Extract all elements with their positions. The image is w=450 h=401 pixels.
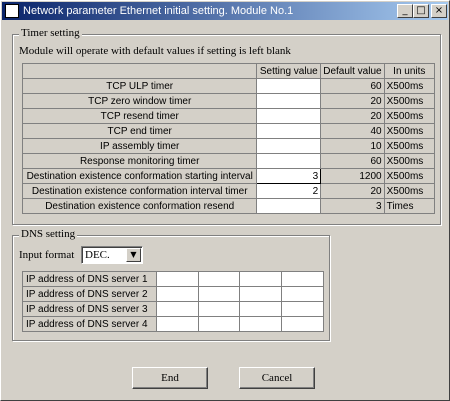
table-row: TCP resend timer 20 X500ms — [21, 108, 436, 124]
default-value-cell: 60 — [320, 78, 385, 94]
table-row: TCP end timer 40 X500ms — [21, 123, 436, 139]
default-value-cell: 3 — [320, 198, 385, 214]
ip-octet-1[interactable] — [155, 286, 199, 302]
setting-value-cell[interactable] — [256, 93, 322, 109]
setting-value-cell[interactable] — [256, 78, 322, 94]
unit-cell: X500ms — [383, 123, 436, 139]
dns-row-label: IP address of DNS server 4 — [22, 316, 157, 332]
table-row: IP address of DNS server 4 — [22, 316, 324, 332]
unit-cell: X500ms — [383, 138, 436, 154]
chevron-down-icon[interactable]: ▼ — [126, 248, 141, 262]
title-bar[interactable]: Network parameter Ethernet initial setti… — [2, 2, 448, 20]
header-default-value: Default value — [320, 63, 385, 79]
setting-value-cell[interactable]: 2 — [256, 183, 322, 199]
dns-row-label: IP address of DNS server 2 — [22, 286, 157, 302]
ip-octet-4[interactable] — [281, 316, 324, 332]
maximize-button[interactable]: □ — [413, 4, 429, 18]
dns-row-label: IP address of DNS server 1 — [22, 271, 157, 287]
dns-setting-label: DNS setting — [19, 228, 78, 240]
minimize-button[interactable]: _ — [397, 4, 413, 18]
timer-setting-group: Timer setting Module will operate with d… — [12, 27, 441, 225]
ip-octet-2[interactable] — [197, 301, 241, 317]
end-button[interactable]: End — [132, 367, 208, 389]
row-label: TCP end timer — [21, 123, 258, 139]
table-row: Destination existence conformation start… — [21, 168, 436, 184]
row-label: Destination existence conformation inter… — [21, 183, 258, 199]
header-setting-value: Setting value — [256, 63, 322, 79]
unit-cell: X500ms — [383, 78, 436, 94]
table-row: Destination existence conformation resen… — [21, 198, 436, 214]
dns-setting-group: DNS setting Input format DEC. ▼ IP addre… — [12, 228, 330, 341]
app-icon — [5, 4, 19, 18]
table-row: TCP zero window timer 20 X500ms — [21, 93, 436, 109]
ip-octet-2[interactable] — [197, 316, 241, 332]
setting-value-cell[interactable]: 3 — [256, 168, 322, 184]
row-label: TCP ULP timer — [21, 78, 258, 94]
input-format-label: Input format — [19, 249, 75, 261]
row-label: IP assembly timer — [21, 138, 258, 154]
default-value-cell: 20 — [320, 183, 385, 199]
ip-octet-2[interactable] — [197, 271, 241, 287]
input-format-select[interactable]: DEC. ▼ — [81, 246, 143, 264]
unit-cell: X500ms — [383, 108, 436, 124]
row-label: TCP resend timer — [21, 108, 258, 124]
unit-cell: X500ms — [383, 183, 436, 199]
ip-octet-1[interactable] — [155, 301, 199, 317]
close-button[interactable]: × — [431, 4, 447, 18]
default-value-cell: 20 — [320, 93, 385, 109]
table-row: Destination existence conformation inter… — [21, 183, 436, 199]
unit-cell: X500ms — [383, 153, 436, 169]
row-label: Destination existence conformation resen… — [21, 198, 258, 214]
ip-octet-4[interactable] — [281, 271, 324, 287]
dns-table: IP address of DNS server 1 IP address of… — [22, 271, 324, 332]
ip-octet-4[interactable] — [281, 286, 324, 302]
timer-table: Setting value Default value In units TCP… — [21, 63, 436, 214]
table-row: IP assembly timer 10 X500ms — [21, 138, 436, 154]
window-title: Network parameter Ethernet initial setti… — [23, 5, 294, 17]
setting-value-cell[interactable] — [256, 123, 322, 139]
dns-row-label: IP address of DNS server 3 — [22, 301, 157, 317]
table-row: IP address of DNS server 1 — [22, 271, 324, 287]
default-value-cell: 20 — [320, 108, 385, 124]
header-units: In units — [383, 63, 436, 79]
table-row: Response monitoring timer 60 X500ms — [21, 153, 436, 169]
ip-octet-1[interactable] — [155, 316, 199, 332]
table-row: IP address of DNS server 2 — [22, 286, 324, 302]
ip-octet-3[interactable] — [239, 301, 283, 317]
row-label: Destination existence conformation start… — [21, 168, 258, 184]
ip-octet-2[interactable] — [197, 286, 241, 302]
unit-cell: X500ms — [383, 93, 436, 109]
default-value-cell: 60 — [320, 153, 385, 169]
timer-setting-label: Timer setting — [19, 27, 82, 39]
row-label: Response monitoring timer — [21, 153, 258, 169]
setting-value-cell[interactable] — [256, 108, 322, 124]
header-corner — [21, 63, 258, 79]
timer-header-row: Setting value Default value In units — [21, 63, 436, 79]
input-format-value: DEC. — [85, 249, 110, 261]
default-value-cell: 10 — [320, 138, 385, 154]
default-value-cell: 40 — [320, 123, 385, 139]
unit-cell: Times — [383, 198, 436, 214]
setting-value-cell[interactable] — [256, 198, 322, 214]
ip-octet-1[interactable] — [155, 271, 199, 287]
table-row: TCP ULP timer 60 X500ms — [21, 78, 436, 94]
timer-description: Module will operate with default values … — [19, 45, 291, 57]
cancel-button[interactable]: Cancel — [239, 367, 315, 389]
table-row: IP address of DNS server 3 — [22, 301, 324, 317]
setting-value-cell[interactable] — [256, 138, 322, 154]
ip-octet-3[interactable] — [239, 271, 283, 287]
row-label: TCP zero window timer — [21, 93, 258, 109]
ip-octet-3[interactable] — [239, 316, 283, 332]
dialog-window: Network parameter Ethernet initial setti… — [0, 0, 450, 401]
default-value-cell: 1200 — [320, 168, 385, 184]
ip-octet-3[interactable] — [239, 286, 283, 302]
unit-cell: X500ms — [383, 168, 436, 184]
setting-value-cell[interactable] — [256, 153, 322, 169]
ip-octet-4[interactable] — [281, 301, 324, 317]
